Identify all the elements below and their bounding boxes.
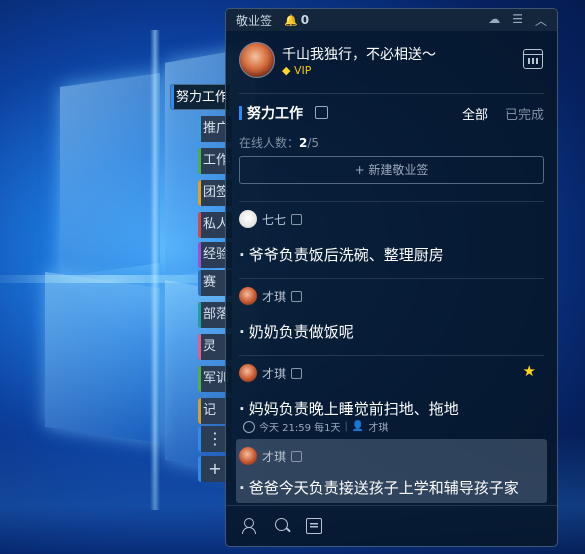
avatar: [239, 287, 257, 305]
user-icon: 👤: [351, 421, 365, 432]
item-head: 才琪: [239, 364, 303, 382]
menu-icon[interactable]: ☰: [512, 12, 523, 29]
bottom-toolbar: [226, 505, 557, 546]
title-bar: 敬业签 🔔 0 ☁ ☰ ︿: [226, 9, 557, 31]
wallpaper-pane: [45, 271, 160, 444]
tab-color-mark: [198, 180, 201, 206]
list-item[interactable]: 才琪 ★ 妈妈负责晚上睡觉前扫地、拖地 今天 21:59 每1天 | 👤 才琪: [239, 355, 544, 439]
section-header: 努力工作 全部 已完成: [239, 93, 544, 130]
online-total: /5: [307, 136, 320, 150]
tab-color-mark: [198, 242, 201, 268]
item-author: 七七: [262, 212, 287, 227]
item-author: 才琪: [262, 449, 287, 464]
section-info-icon[interactable]: [315, 106, 328, 119]
calendar-icon[interactable]: [523, 49, 543, 69]
tab-color-mark: [198, 366, 201, 392]
section-title: 努力工作: [247, 106, 303, 122]
tab-label: ⋮: [207, 429, 223, 448]
filter-done[interactable]: 已完成: [505, 104, 544, 123]
bell-icon[interactable]: 🔔: [284, 14, 298, 27]
item-author: 才琪: [262, 289, 287, 304]
avatar: [239, 364, 257, 382]
tab-color-mark: [198, 148, 201, 174]
app-title: 敬业签: [236, 13, 273, 28]
item-text: 爸爸今天负责接送孩子上学和辅导孩子家: [239, 477, 519, 498]
tab-color-mark: [198, 116, 201, 142]
diamond-icon: ◆: [282, 64, 291, 77]
star-icon[interactable]: ★: [523, 362, 536, 380]
tab-label: +: [208, 459, 222, 478]
tab-color-mark: [198, 334, 201, 360]
item-tag-icon: [291, 450, 303, 462]
tab-label: 努力工作: [176, 90, 229, 105]
tab-color-mark: [171, 85, 174, 109]
tab-label: 赛: [203, 275, 217, 290]
item-text: 爷爷负责饭后洗碗、整理厨房: [239, 244, 444, 265]
filter-all[interactable]: 全部: [462, 104, 488, 123]
note-icon[interactable]: [306, 518, 322, 534]
item-head: 七七: [239, 210, 303, 228]
tab-color-mark: [198, 426, 201, 452]
item-reminder-time: 今天 21:59 每1天: [259, 423, 341, 434]
vip-label: VIP: [293, 64, 312, 77]
list-item[interactable]: 才琪 爸爸今天负责接送孩子上学和辅导孩子家: [236, 439, 547, 503]
clock-icon: [243, 420, 255, 433]
item-text: 妈妈负责晚上睡觉前扫地、拖地: [239, 398, 459, 419]
item-author: 才琪: [262, 366, 287, 381]
online-label: 在线人数：: [239, 136, 300, 150]
tab-color-mark: [198, 302, 201, 328]
list-item[interactable]: 才琪 奶奶负责做饭呢: [239, 278, 544, 355]
item-text: 奶奶负责做饭呢: [239, 321, 354, 342]
tab-color-mark: [198, 270, 201, 296]
avatar[interactable]: [239, 42, 275, 78]
item-tag-icon: [291, 367, 303, 379]
tab-color-mark: [198, 456, 201, 482]
list-item[interactable]: 七七 爷爷负责饭后洗碗、整理厨房: [239, 201, 544, 278]
tab-label: 灵: [203, 339, 217, 354]
section-accent-bar: [239, 106, 242, 120]
tab-color-mark: [198, 398, 201, 424]
users-icon[interactable]: [242, 517, 260, 535]
chevron-up-icon[interactable]: ︿: [535, 12, 547, 29]
avatar: [239, 447, 257, 465]
item-assignee: 才琪: [368, 423, 389, 434]
item-tag-icon: [291, 290, 303, 302]
user-name: 千山我独行，不必相送～: [282, 47, 436, 63]
item-meta: 今天 21:59 每1天 | 👤 才琪: [243, 419, 388, 434]
item-tag-icon: [291, 213, 303, 225]
new-memo-button[interactable]: + 新建敬业签: [239, 156, 544, 184]
memo-list: 七七 爷爷负责饭后洗碗、整理厨房 才琪 奶奶负责做饭呢 才琪 ★ 妈妈负责晚上睡…: [226, 201, 557, 503]
user-header: 千山我独行，不必相送～ ◆ VIP: [226, 31, 557, 93]
notification-count: 0: [300, 13, 310, 27]
cloud-icon[interactable]: ☁: [488, 12, 500, 29]
avatar: [239, 210, 257, 228]
item-head: 才琪: [239, 287, 303, 305]
search-icon[interactable]: [274, 517, 292, 535]
tab-color-mark: [198, 212, 201, 238]
tab-label: 记: [203, 403, 217, 418]
item-head: 才琪: [239, 447, 303, 465]
meta-separator: |: [344, 421, 348, 432]
online-count: 在线人数：2/5: [239, 130, 544, 156]
memo-panel: 敬业签 🔔 0 ☁ ☰ ︿ 千山我独行，不必相送～ ◆ VIP 努力工作 全部 …: [225, 8, 558, 547]
tab-active[interactable]: 努力工作: [170, 84, 230, 110]
vip-badge: ◆ VIP: [282, 64, 311, 77]
wallpaper-pane: [60, 72, 160, 278]
